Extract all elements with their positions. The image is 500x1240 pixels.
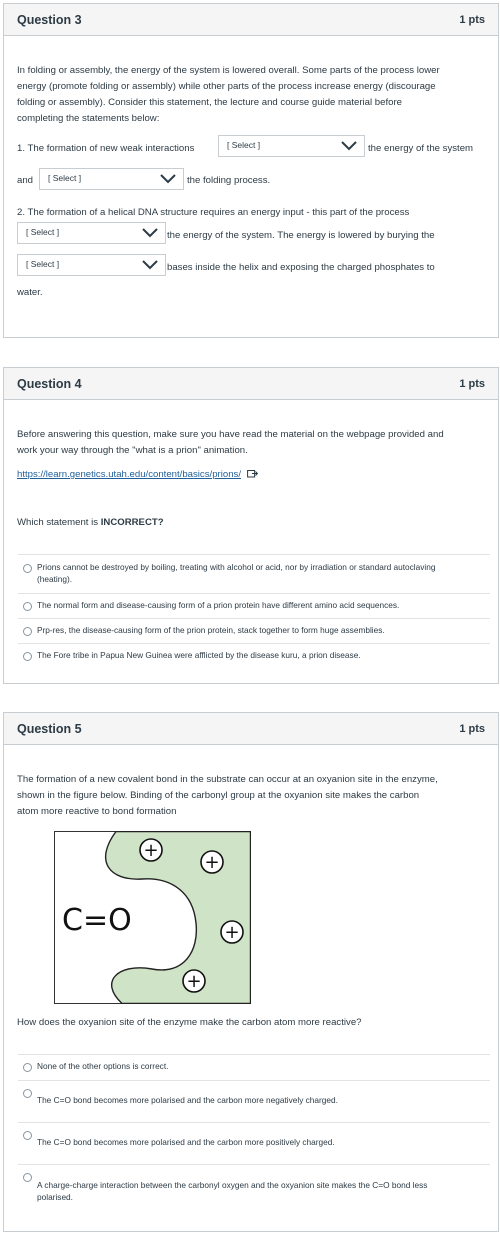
statement-1-and: and: [17, 175, 34, 186]
question-5-title: Question 5: [17, 722, 82, 736]
svg-text:+: +: [224, 922, 239, 943]
statement-1-select-a[interactable]: [ Select ]: [218, 135, 365, 157]
svg-text:+: +: [186, 971, 201, 992]
question-5-intro-line: atom more reactive to bond formation: [17, 806, 177, 817]
statement-2-end: water.: [17, 287, 43, 298]
answer-option-text: The C=O bond becomes more polarised and …: [37, 1095, 338, 1105]
external-link-icon: [246, 470, 258, 478]
answer-option[interactable]: The C=O bond becomes more polarised and …: [18, 1122, 490, 1164]
question-3-title: Question 3: [17, 13, 82, 27]
question-3-intro-line: completing the statements below:: [17, 113, 160, 124]
answer-option-text: The normal form and disease-causing form…: [37, 600, 400, 610]
prion-link-text[interactable]: https://learn.genetics.utah.edu/content/…: [17, 469, 241, 480]
answer-option[interactable]: The normal form and disease-causing form…: [18, 593, 490, 619]
radio-button[interactable]: [23, 1063, 32, 1072]
plus-charge-icon: +: [139, 838, 163, 862]
answer-option[interactable]: Prions cannot be destroyed by boiling, t…: [18, 554, 490, 591]
answer-option-text: The Fore tribe in Papua New Guinea were …: [37, 650, 361, 660]
question-5-points: 1 pts: [459, 723, 485, 735]
answer-option[interactable]: A charge-charge interaction between the …: [18, 1164, 490, 1210]
question-3-points: 1 pts: [459, 14, 485, 26]
svg-text:+: +: [143, 840, 158, 861]
radio-button[interactable]: [23, 652, 32, 661]
statement-1-end: the folding process.: [187, 175, 271, 186]
plus-charge-icon: +: [220, 920, 244, 944]
statement-1-select-b[interactable]: [ Select ]: [39, 168, 184, 190]
select-placeholder: [ Select ]: [227, 140, 261, 150]
chevron-down-icon: [142, 228, 158, 238]
answer-option-text: Prp-res, the disease-causing form of the…: [37, 625, 385, 635]
answer-option[interactable]: None of the other options is correct.: [18, 1054, 490, 1081]
statement-2-after-b: bases inside the helix and exposing the …: [167, 262, 435, 273]
question-3-intro-line: folding or assembly). Consider this stat…: [17, 97, 403, 108]
statement-2-after-a: the energy of the system. The energy is …: [167, 230, 435, 241]
question-5-intro-line: shown in the figure below. Binding of th…: [17, 790, 420, 801]
chevron-down-icon: [142, 260, 158, 270]
answer-option-text: Prions cannot be destroyed by boiling, t…: [37, 562, 436, 572]
statement-2-line: 2. The formation of a helical DNA struct…: [17, 207, 410, 218]
answer-option[interactable]: Prp-res, the disease-causing form of the…: [18, 618, 490, 644]
question-5-intro-line: The formation of a new covalent bond in …: [17, 774, 438, 785]
answer-option-text: A charge-charge interaction between the …: [37, 1180, 428, 1190]
question-3-intro-line: In folding or assembly, the energy of th…: [17, 65, 440, 76]
plus-charge-icon: +: [182, 969, 206, 993]
statement-2-select-b[interactable]: [ Select ]: [17, 254, 166, 276]
radio-button[interactable]: [23, 564, 32, 573]
select-placeholder: [ Select ]: [48, 173, 82, 183]
statement-2-select-a[interactable]: [ Select ]: [17, 222, 166, 244]
carbonyl-label: C=O: [62, 903, 132, 938]
chevron-down-icon: [341, 141, 357, 151]
radio-button[interactable]: [23, 1131, 32, 1140]
question-5-card: Question 5 1 pts The formation of a new …: [3, 712, 499, 1232]
question-4-header: Question 4 1 pts: [4, 368, 498, 400]
plus-charge-icon: +: [200, 850, 224, 874]
svg-text:+: +: [204, 852, 219, 873]
question-4-prompt-emphasis: INCORRECT?: [100, 517, 164, 528]
select-placeholder: [ Select ]: [26, 259, 60, 269]
question-4-prompt: Which statement is INCORRECT?: [17, 515, 164, 531]
question-3-header: Question 3 1 pts: [4, 4, 498, 36]
prion-link[interactable]: https://learn.genetics.utah.edu/content/…: [17, 467, 258, 483]
radio-button[interactable]: [23, 1173, 32, 1182]
answer-option[interactable]: The Fore tribe in Papua New Guinea were …: [18, 643, 490, 669]
radio-button[interactable]: [23, 602, 32, 611]
question-4-intro-line: work your way through the "what is a pri…: [17, 445, 248, 456]
chevron-down-icon: [160, 174, 176, 184]
radio-button[interactable]: [23, 627, 32, 636]
answer-option-text: polarised.: [37, 1192, 73, 1202]
statement-1-prefix: 1. The formation of new weak interaction…: [17, 143, 195, 154]
select-placeholder: [ Select ]: [26, 227, 60, 237]
question-3-card: Question 3 1 pts In folding or assembly,…: [3, 3, 499, 338]
answer-option-text: None of the other options is correct.: [37, 1061, 169, 1071]
question-4-card: Question 4 1 pts Before answering this q…: [3, 367, 499, 684]
answer-option-text: The C=O bond becomes more polarised and …: [37, 1137, 335, 1147]
question-4-intro-line: Before answering this question, make sur…: [17, 429, 444, 440]
question-4-title: Question 4: [17, 377, 82, 391]
answer-option-text: (heating).: [37, 574, 73, 584]
question-3-intro-line: energy (promote folding or assembly) whi…: [17, 81, 436, 92]
answer-option[interactable]: The C=O bond becomes more polarised and …: [18, 1080, 490, 1122]
statement-1-suffix: the energy of the system: [368, 143, 474, 154]
question-4-points: 1 pts: [459, 378, 485, 390]
radio-button[interactable]: [23, 1089, 32, 1098]
oxyanion-site-figure: C=O + + + +: [54, 831, 251, 1004]
question-5-header: Question 5 1 pts: [4, 713, 498, 745]
question-4-prompt-text: Which statement is: [17, 517, 101, 528]
question-5-prompt: How does the oxyanion site of the enzyme…: [17, 1017, 362, 1028]
